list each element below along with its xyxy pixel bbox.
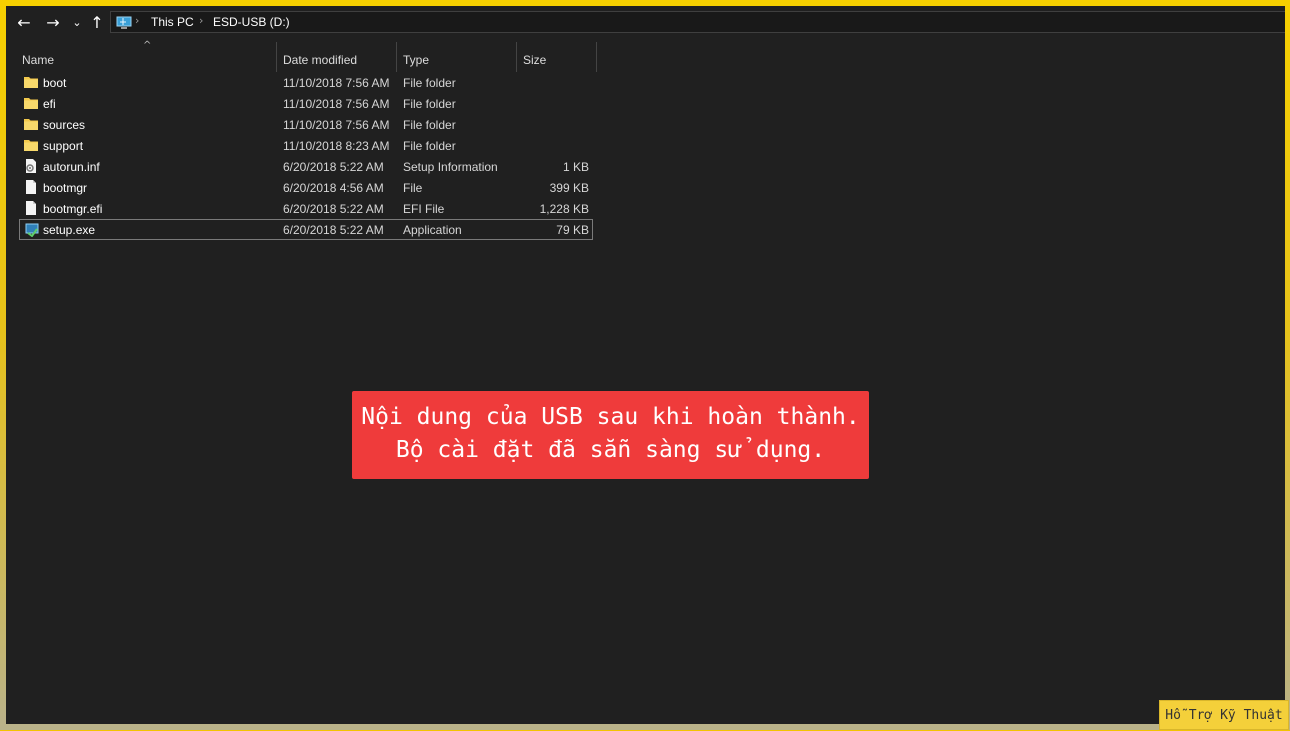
sort-ascending-icon: ^ — [143, 40, 152, 51]
back-button[interactable]: ← — [13, 12, 35, 34]
breadcrumb-drive[interactable]: ESD-USB (D:) — [213, 15, 290, 29]
file-row-autorun[interactable]: autorun.inf 6/20/2018 5:22 AM Setup Info… — [19, 156, 593, 177]
breadcrumb-this-pc[interactable]: This PC — [151, 15, 194, 29]
column-header-size[interactable]: Size — [523, 53, 546, 67]
breadcrumb-separator: › — [135, 14, 140, 27]
file-date: 6/20/2018 5:22 AM — [283, 160, 384, 174]
folder-icon — [24, 119, 38, 130]
setup-info-file-icon — [26, 159, 36, 173]
arrow-right-icon: → — [46, 13, 60, 32]
file-size: 79 KB — [556, 223, 589, 237]
column-header-date-modified[interactable]: Date modified — [283, 53, 357, 67]
file-name: efi — [43, 97, 56, 111]
address-bar[interactable]: › This PC › ESD-USB (D:) — [110, 11, 1285, 33]
file-name: bootmgr — [43, 181, 88, 195]
file-name: sources — [43, 118, 86, 132]
file-size: 1,228 KB — [539, 202, 589, 216]
file-type: File — [403, 181, 423, 195]
file-row-efi[interactable]: efi 11/10/2018 7:56 AM File folder — [19, 93, 593, 114]
file-row-boot[interactable]: boot 11/10/2018 7:56 AM File folder — [19, 72, 593, 93]
file-type: File folder — [403, 97, 456, 111]
file-type: Setup Information — [403, 160, 498, 174]
folder-icon — [24, 140, 38, 151]
file-name: bootmgr.efi — [43, 202, 103, 216]
file-date: 6/20/2018 4:56 AM — [283, 181, 384, 195]
watermark-badge: Hỗ Trợ Kỹ Thuật — [1159, 700, 1289, 730]
file-icon — [26, 180, 36, 194]
file-row-sources[interactable]: sources 11/10/2018 7:56 AM File folder — [19, 114, 593, 135]
forward-button[interactable]: → — [42, 12, 64, 34]
file-date: 11/10/2018 7:56 AM — [283, 118, 390, 132]
file-size: 1 KB — [562, 160, 589, 174]
file-row-bootmgr[interactable]: bootmgr 6/20/2018 4:56 AM File 399 KB — [19, 177, 593, 198]
chevron-down-icon: ⌄ — [72, 16, 82, 29]
folder-icon — [24, 77, 38, 88]
file-explorer-window: ← → ⌄ ↑ › This PC › ESD-USB (D:) ^ Name … — [6, 6, 1285, 724]
column-divider[interactable] — [516, 42, 517, 72]
column-divider[interactable] — [276, 42, 277, 72]
file-date: 6/20/2018 5:22 AM — [283, 202, 384, 216]
file-name: setup.exe — [43, 223, 96, 237]
column-headers: ^ Name Date modified Type Size — [6, 40, 1285, 72]
annotation-callout: Nội dung của USB sau khi hoàn thành. Bộ … — [352, 391, 869, 479]
file-size: 399 KB — [549, 181, 589, 195]
file-date: 11/10/2018 7:56 AM — [283, 76, 390, 90]
breadcrumb-separator: › — [199, 14, 204, 27]
this-pc-icon — [116, 16, 132, 29]
file-type: EFI File — [403, 202, 445, 216]
arrow-left-icon: ← — [17, 13, 31, 32]
file-type: File folder — [403, 76, 456, 90]
file-row-setup-exe[interactable]: setup.exe 6/20/2018 5:22 AM Application … — [19, 219, 593, 240]
callout-line-1: Nội dung của USB sau khi hoàn thành. — [361, 404, 860, 430]
file-name: support — [43, 139, 84, 153]
file-type: File folder — [403, 118, 456, 132]
column-header-type[interactable]: Type — [403, 53, 429, 67]
file-type: Application — [403, 223, 462, 237]
column-header-name[interactable]: Name — [22, 53, 54, 67]
navigation-bar: ← → ⌄ ↑ › This PC › ESD-USB (D:) — [6, 6, 1285, 38]
column-divider[interactable] — [396, 42, 397, 72]
arrow-up-icon: ↑ — [90, 13, 104, 32]
file-name: autorun.inf — [43, 160, 100, 174]
callout-line-2: Bộ cài đặt đã sẵn sàng sử dụng. — [395, 437, 826, 463]
file-icon — [26, 201, 36, 215]
folder-icon — [24, 98, 38, 109]
up-button[interactable]: ↑ — [86, 12, 108, 34]
file-date: 11/10/2018 8:23 AM — [283, 139, 390, 153]
file-date: 6/20/2018 5:22 AM — [283, 223, 384, 237]
file-row-bootmgr-efi[interactable]: bootmgr.efi 6/20/2018 5:22 AM EFI File 1… — [19, 198, 593, 219]
file-date: 11/10/2018 7:56 AM — [283, 97, 390, 111]
setup-app-icon — [25, 223, 39, 237]
column-divider[interactable] — [596, 42, 597, 72]
file-name: boot — [43, 76, 67, 90]
file-type: File folder — [403, 139, 456, 153]
recent-locations-button[interactable]: ⌄ — [66, 12, 88, 34]
file-row-support[interactable]: support 11/10/2018 8:23 AM File folder — [19, 135, 593, 156]
